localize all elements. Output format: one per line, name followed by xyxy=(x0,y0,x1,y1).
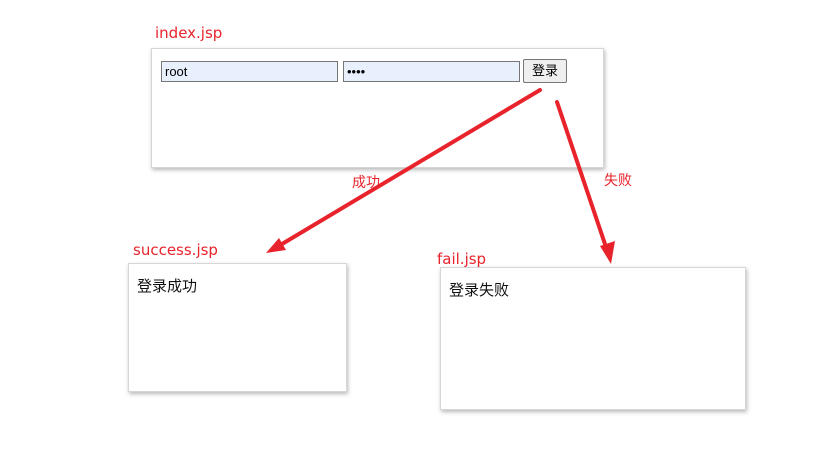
success-arrowhead xyxy=(266,238,286,253)
success-page-label: success.jsp xyxy=(133,241,218,259)
fail-arrowhead xyxy=(600,241,615,264)
success-arrow xyxy=(270,88,542,252)
success-arrow-label: 成功 xyxy=(352,175,380,191)
fail-arrow xyxy=(555,100,609,252)
success-message: 登录成功 xyxy=(137,277,198,295)
fail-arrow-label: 失败 xyxy=(604,173,632,189)
fail-message: 登录失败 xyxy=(449,281,510,299)
success-page-panel: 登录成功 xyxy=(128,263,347,392)
fail-page-label: fail.jsp xyxy=(437,250,487,268)
fail-page-panel: 登录失败 xyxy=(440,267,746,410)
